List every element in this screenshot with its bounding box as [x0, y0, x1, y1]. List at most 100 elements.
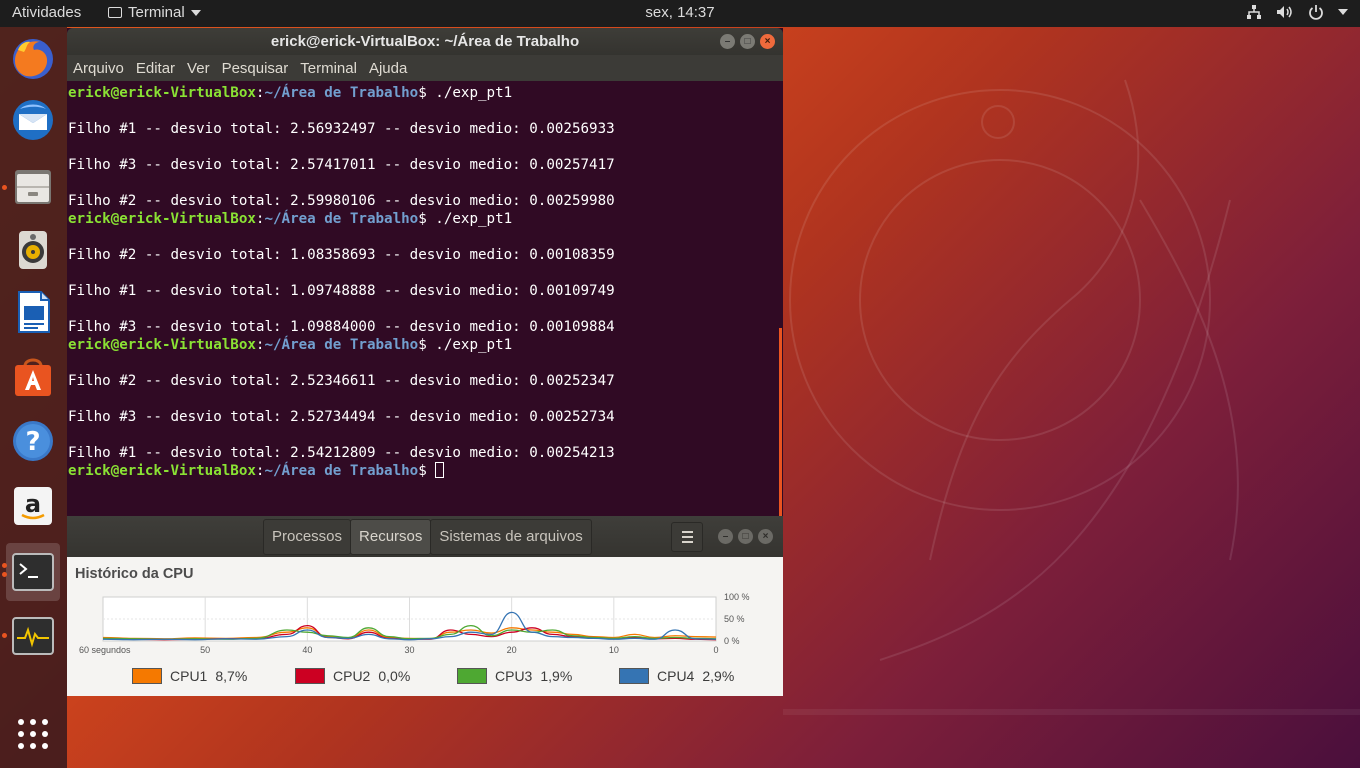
text-cursor: [435, 462, 445, 478]
legend-cpu4: CPU4 2,9%: [619, 668, 734, 684]
output-line: Filho #3 -- desvio total: 2.52734494 -- …: [68, 409, 615, 425]
legend-cpu2: CPU2 0,0%: [295, 668, 410, 684]
prompt-path: ~/Área de Trabalho: [264, 85, 419, 101]
legend-value: 8,7%: [215, 668, 248, 684]
prompt-user: erick@erick-VirtualBox: [68, 337, 256, 353]
running-indicator: [2, 633, 7, 638]
activities-button[interactable]: Atividades: [12, 4, 81, 21]
dock-thunderbird[interactable]: [6, 93, 60, 147]
legend-label: CPU2: [333, 668, 371, 684]
x-tick-label: 50: [200, 645, 210, 655]
system-monitor-window[interactable]: Processos Recursos Sistemas de arquivos …: [67, 516, 783, 696]
prompt-user: erick@erick-VirtualBox: [68, 463, 256, 479]
app-menu[interactable]: Terminal: [108, 4, 201, 21]
dock-files[interactable]: [6, 159, 60, 213]
maximize-button[interactable]: □: [738, 529, 753, 544]
volume-icon[interactable]: [1276, 4, 1294, 20]
dock-firefox[interactable]: [6, 32, 60, 86]
dock-system-monitor[interactable]: [6, 609, 60, 663]
prompt-line: erick@erick-VirtualBox:~/Área de Trabalh…: [68, 337, 513, 353]
system-monitor-icon: [12, 617, 54, 655]
menu-ajuda[interactable]: Ajuda: [369, 60, 413, 77]
legend-label: CPU4: [657, 668, 695, 684]
tab-recursos[interactable]: Recursos: [350, 519, 432, 555]
terminal-scrollbar[interactable]: [779, 328, 782, 543]
output-line: Filho #2 -- desvio total: 2.59980106 -- …: [68, 193, 615, 209]
command-text: $ ./exp_pt1: [418, 85, 513, 101]
rhythmbox-icon: [19, 231, 47, 269]
cpu4-color-button[interactable]: [619, 668, 649, 684]
dock-terminal[interactable]: [6, 543, 60, 601]
terminal-icon: [12, 553, 54, 591]
menu-ver[interactable]: Ver: [187, 60, 216, 77]
minimize-button[interactable]: –: [720, 34, 735, 49]
cpu3-color-button[interactable]: [457, 668, 487, 684]
thunderbird-icon: [13, 100, 53, 140]
maximize-button[interactable]: □: [740, 34, 755, 49]
output-line: Filho #2 -- desvio total: 2.52346611 -- …: [68, 373, 615, 389]
system-monitor-headerbar[interactable]: Processos Recursos Sistemas de arquivos …: [67, 516, 783, 557]
app-menu-label: Terminal: [128, 4, 185, 21]
cpu1-color-button[interactable]: [132, 668, 162, 684]
x-tick-label: 20: [507, 645, 517, 655]
cpu2-color-button[interactable]: [295, 668, 325, 684]
menu-terminal[interactable]: Terminal: [300, 60, 363, 77]
dock-amazon[interactable]: a: [6, 479, 60, 533]
dock-help[interactable]: ?: [6, 414, 60, 468]
minimize-button[interactable]: –: [718, 529, 733, 544]
output-line: Filho #1 -- desvio total: 1.09748888 -- …: [68, 283, 615, 299]
output-line: Filho #3 -- desvio total: 2.57417011 -- …: [68, 157, 615, 173]
cpu-legend: CPU1 8,7% CPU2 0,0% CPU3 1,9% CPU4 2,9%: [67, 668, 783, 688]
menu-editar[interactable]: Editar: [136, 60, 181, 77]
tab-sistemas-de-arquivos[interactable]: Sistemas de arquivos: [430, 519, 592, 555]
dock-software-center[interactable]: [6, 349, 60, 403]
chevron-down-icon[interactable]: [1338, 9, 1348, 15]
svg-text:?: ?: [25, 427, 40, 457]
menu-pesquisar[interactable]: Pesquisar: [222, 60, 295, 77]
prompt-line: erick@erick-VirtualBox:~/Área de Trabalh…: [68, 211, 513, 227]
section-title: Histórico da CPU: [75, 566, 194, 582]
dock-libreoffice-writer[interactable]: [6, 285, 60, 339]
terminal-titlebar[interactable]: erick@erick-VirtualBox: ~/Área de Trabal…: [67, 28, 783, 55]
firefox-icon: [13, 39, 53, 79]
network-icon[interactable]: [1246, 4, 1262, 20]
x-tick-label: 60 segundos: [79, 645, 131, 655]
software-center-icon: [15, 358, 51, 396]
prompt-user: erick@erick-VirtualBox: [68, 85, 256, 101]
dock-rhythmbox[interactable]: [6, 223, 60, 277]
x-tick-label: 0: [713, 645, 718, 655]
x-tick-label: 40: [302, 645, 312, 655]
close-button[interactable]: ×: [760, 34, 775, 49]
cpu-history-chart: 60 segundos 50 40 30 20 10 0 100 % 50 % 0 %: [79, 592, 750, 655]
output-line: Filho #1 -- desvio total: 2.56932497 -- …: [68, 121, 615, 137]
clock[interactable]: sex, 14:37: [0, 4, 1360, 21]
command-text: $ ./exp_pt1: [418, 211, 513, 227]
libreoffice-writer-icon: [18, 291, 50, 333]
amazon-icon: a: [14, 487, 52, 525]
menu-arquivo[interactable]: Arquivo: [73, 60, 130, 77]
system-tray[interactable]: [1246, 4, 1348, 20]
prompt-path: ~/Área de Trabalho: [264, 337, 419, 353]
terminal-window[interactable]: erick@erick-VirtualBox: ~/Área de Trabal…: [67, 28, 783, 543]
dock-show-applications[interactable]: [6, 707, 60, 761]
close-button[interactable]: ×: [758, 529, 773, 544]
terminal-small-icon: [108, 7, 122, 18]
legend-cpu3: CPU3 1,9%: [457, 668, 572, 684]
chevron-down-icon: [190, 9, 201, 16]
output-line: Filho #2 -- desvio total: 1.08358693 -- …: [68, 247, 615, 263]
power-icon[interactable]: [1308, 4, 1324, 20]
legend-cpu1: CPU1 8,7%: [132, 668, 247, 684]
legend-label: CPU1: [170, 668, 208, 684]
hamburger-menu-button[interactable]: [671, 522, 703, 552]
tab-processos[interactable]: Processos: [263, 519, 352, 555]
terminal-output[interactable]: erick@erick-VirtualBox:~/Área de Trabalh…: [67, 81, 780, 519]
